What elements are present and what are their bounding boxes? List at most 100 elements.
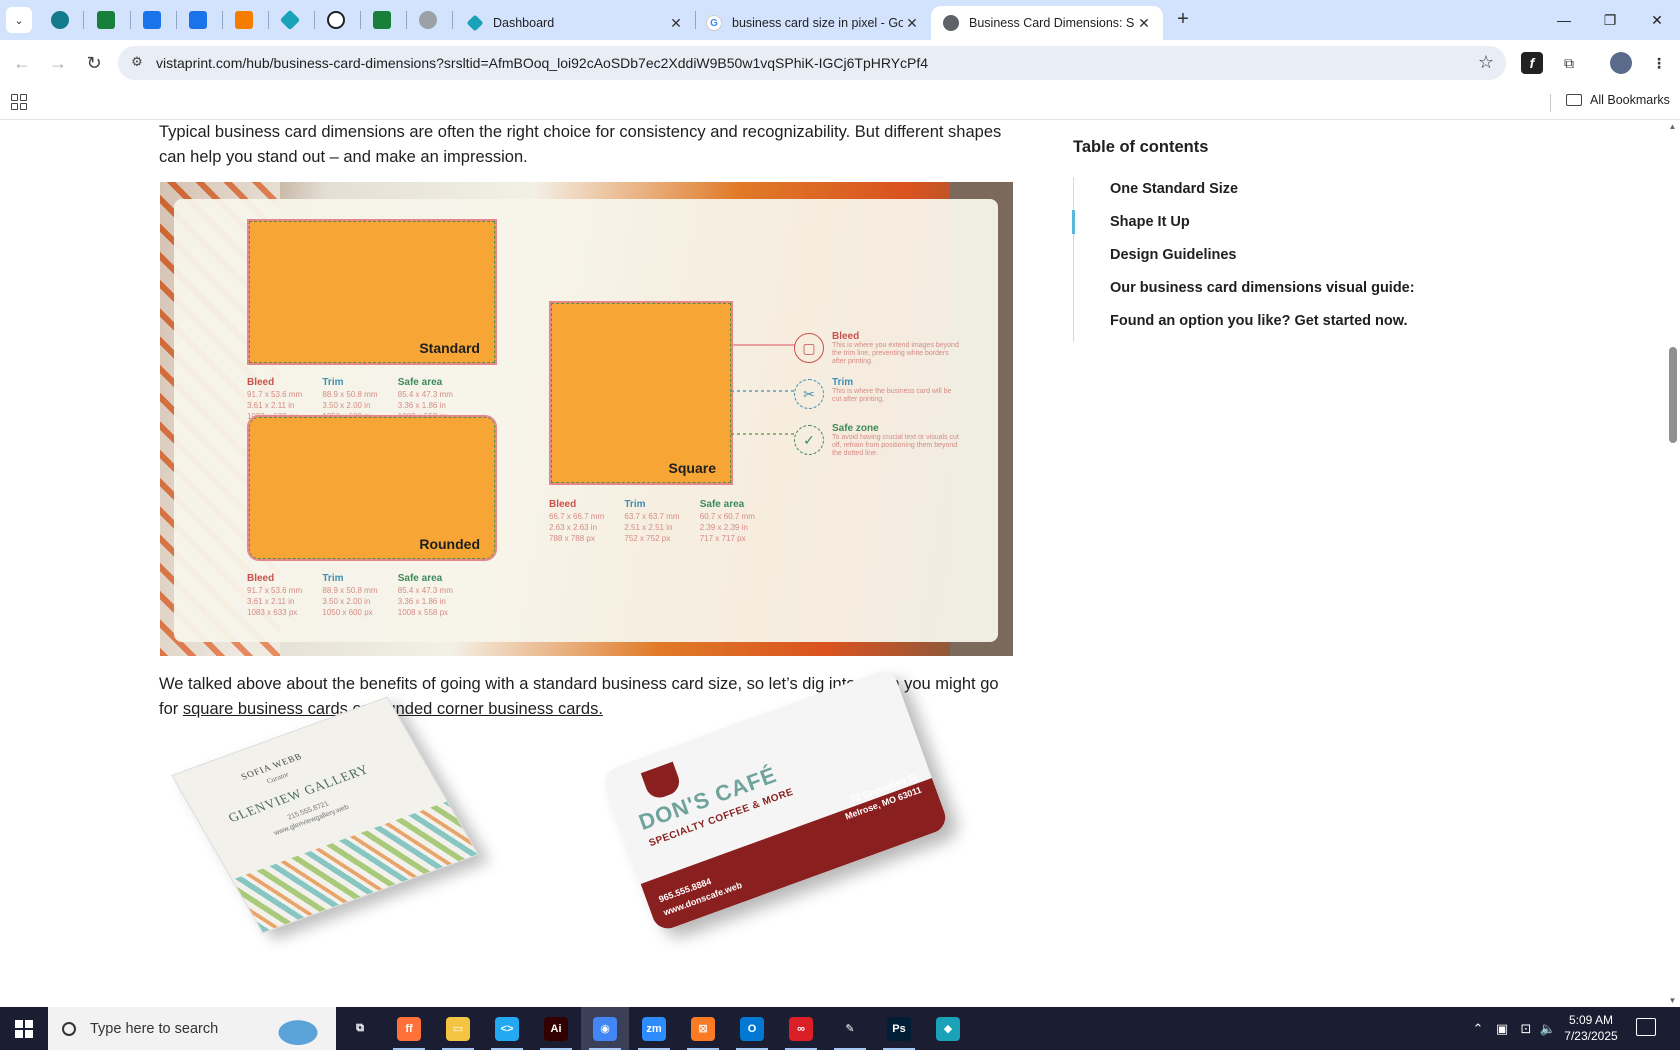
close-window-button[interactable]: ✕ bbox=[1634, 0, 1680, 40]
taskbar-clock[interactable]: 5:09 AM 7/23/2025 bbox=[1556, 1012, 1626, 1044]
pinned-tab-sheets[interactable] bbox=[82, 6, 130, 34]
tray-app-icon[interactable]: ▣ bbox=[1492, 1007, 1512, 1050]
close-icon[interactable]: ✕ bbox=[903, 15, 921, 32]
app-diamond-icon bbox=[279, 9, 301, 31]
toc-list: One Standard Size Shape It Up Design Gui… bbox=[1072, 177, 1493, 342]
taskbar-app-outlook[interactable]: O bbox=[728, 1007, 776, 1050]
taskbar-app-pen-tool[interactable]: ✎ bbox=[826, 1007, 874, 1050]
vpn-shield-icon bbox=[51, 11, 69, 29]
taskbar-app-xampp[interactable]: ⊠ bbox=[679, 1007, 727, 1050]
legend-trim: ✂ Trim This is where the business card wi… bbox=[794, 377, 994, 425]
address-bar[interactable]: ⚙ vistaprint.com/hub/business-card-dimen… bbox=[118, 46, 1506, 80]
pinned-tab-globe[interactable] bbox=[404, 6, 452, 34]
google-sheets-icon bbox=[97, 11, 115, 29]
taskbar-app-file-explorer[interactable]: ▭ bbox=[434, 1007, 482, 1050]
all-bookmarks-label: All Bookmarks bbox=[1590, 93, 1670, 107]
taskbar-app-task-view[interactable]: ⧉ bbox=[336, 1007, 384, 1050]
taskbar-app-firefox[interactable]: ff bbox=[385, 1007, 433, 1050]
all-bookmarks-button[interactable]: All Bookmarks bbox=[1566, 93, 1670, 107]
legend-description: This is where you extend images beyond t… bbox=[832, 342, 959, 365]
safe-in: 2.39 x 2.39 in bbox=[699, 523, 748, 532]
tab-search-button[interactable]: ⌄ bbox=[6, 7, 32, 33]
network-icon[interactable]: ⊡ bbox=[1516, 1007, 1536, 1050]
restore-button[interactable]: ❐ bbox=[1587, 0, 1633, 40]
scroll-up-icon[interactable]: ▲ bbox=[1668, 122, 1677, 131]
close-icon[interactable]: ✕ bbox=[1135, 15, 1153, 32]
google-docs-icon bbox=[143, 11, 161, 29]
pinned-tab-docs[interactable] bbox=[128, 6, 176, 34]
toc-item-visual-guide[interactable]: Our business card dimensions visual guid… bbox=[1110, 276, 1493, 309]
trim-heading: Trim bbox=[322, 377, 344, 388]
bleed-mm: 91.7 x 53.6 mm bbox=[247, 586, 303, 595]
extensions-puzzle-icon[interactable]: ⧉ bbox=[1558, 52, 1580, 74]
pinned-tab-xampp[interactable] bbox=[220, 6, 268, 34]
trim-px: 1050 x 600 px bbox=[322, 608, 373, 617]
globe-icon bbox=[943, 15, 959, 31]
bookmark-star-icon[interactable]: ☆ bbox=[1478, 52, 1494, 73]
browser-toolbar: ← → ↻ ⚙ vistaprint.com/hub/business-card… bbox=[0, 40, 1680, 86]
minimize-button[interactable]: — bbox=[1541, 0, 1587, 40]
chevron-down-icon: ⌄ bbox=[14, 14, 24, 27]
bookmarks-bar: All Bookmarks bbox=[0, 86, 1680, 120]
safe-px: 1008 x 558 px bbox=[397, 608, 449, 617]
close-icon[interactable]: ✕ bbox=[667, 15, 685, 32]
taskbar-app-zoom[interactable]: zm bbox=[630, 1007, 678, 1050]
minimize-icon: — bbox=[1557, 12, 1571, 28]
trim-column: Trim 63.7 x 63.7 mm 2.51 x 2.51 in 752 x 75… bbox=[624, 499, 679, 544]
square-dimensions: Bleed 66.7 x 66.7 mm 2.63 x 2.63 in 788 x 7… bbox=[549, 499, 773, 544]
app-diamond-icon: ◆ bbox=[936, 1016, 960, 1041]
volume-icon[interactable]: 🔈 bbox=[1538, 1007, 1558, 1050]
scroll-down-icon[interactable]: ▼ bbox=[1668, 996, 1677, 1005]
bleed-heading: Bleed bbox=[247, 573, 275, 584]
legend-bleed: ▢ Bleed This is where you extend images b… bbox=[794, 331, 994, 379]
restore-icon: ❐ bbox=[1603, 11, 1617, 28]
toc-item-one-standard-size[interactable]: One Standard Size bbox=[1110, 177, 1493, 210]
pinned-tab-chatgpt[interactable] bbox=[312, 6, 360, 34]
forward-button[interactable]: → bbox=[44, 49, 72, 77]
scroll-thumb[interactable] bbox=[1669, 347, 1677, 443]
pinned-tab-vpn[interactable] bbox=[36, 6, 84, 34]
pinned-tab-app[interactable] bbox=[266, 6, 314, 34]
pinned-tab-docs-2[interactable] bbox=[174, 6, 222, 34]
standard-label: Standard bbox=[419, 340, 480, 356]
new-tab-button[interactable]: + bbox=[1171, 8, 1195, 32]
taskbar-app-app-diamond[interactable]: ◆ bbox=[924, 1007, 972, 1050]
tab-business-card-dimensions[interactable]: Business Card Dimensions: Size ✕ bbox=[931, 6, 1163, 40]
search-icon bbox=[62, 1021, 76, 1036]
reload-button[interactable]: ↻ bbox=[80, 49, 108, 77]
reload-icon: ↻ bbox=[86, 52, 102, 73]
illustrator-icon: Ai bbox=[544, 1016, 568, 1041]
taskbar-app-vscode[interactable]: <> bbox=[483, 1007, 531, 1050]
bookmarks-separator bbox=[1550, 94, 1551, 112]
taskbar-app-illustrator[interactable]: Ai bbox=[532, 1007, 580, 1050]
back-button[interactable]: ← bbox=[8, 49, 36, 77]
avatar[interactable] bbox=[1610, 52, 1632, 74]
page-scrollbar[interactable]: ▲ ▼ bbox=[1665, 120, 1680, 1007]
bleed-in: 3.61 x 2.11 in bbox=[247, 401, 295, 410]
chatgpt-icon bbox=[327, 11, 345, 29]
notifications-icon[interactable] bbox=[1636, 1018, 1656, 1036]
tray-chevron-up-icon[interactable]: ⌃ bbox=[1468, 1007, 1488, 1050]
bleed-in: 2.63 x 2.63 in bbox=[549, 523, 598, 532]
taskbar-app-creative-cloud[interactable]: ∞ bbox=[777, 1007, 825, 1050]
toc-item-design-guidelines[interactable]: Design Guidelines bbox=[1110, 243, 1493, 276]
taskbar-app-photoshop[interactable]: Ps bbox=[875, 1007, 923, 1050]
menu-kebab-icon[interactable]: ⋮ bbox=[1648, 52, 1670, 74]
site-info-icon[interactable]: ⚙ bbox=[128, 54, 146, 72]
toc-item-get-started[interactable]: Found an option you like? Get started no… bbox=[1110, 309, 1493, 342]
windows-logo-icon bbox=[15, 1019, 33, 1038]
infographic-legend: ▢ Bleed This is where you extend images b… bbox=[794, 331, 994, 471]
close-icon: ✕ bbox=[1651, 11, 1663, 28]
toc-item-shape-it-up[interactable]: Shape It Up bbox=[1072, 210, 1493, 243]
apps-grid-icon[interactable] bbox=[11, 94, 27, 110]
tab-google-search[interactable]: G business card size in pixel - Goo ✕ bbox=[694, 6, 931, 40]
tab-dashboard[interactable]: Dashboard ✕ bbox=[455, 6, 695, 40]
pinned-tab-sheets-2[interactable] bbox=[358, 6, 406, 34]
taskbar-search[interactable]: Type here to search bbox=[48, 1007, 336, 1050]
trim-heading: Trim bbox=[624, 499, 646, 510]
fontanello-extension-icon[interactable]: f bbox=[1521, 52, 1543, 74]
url-text[interactable]: vistaprint.com/hub/business-card-dimensi… bbox=[156, 55, 928, 71]
start-button[interactable] bbox=[0, 1007, 48, 1050]
taskbar-app-chrome[interactable]: ◉ bbox=[581, 1007, 629, 1050]
legend-title: Trim bbox=[832, 377, 854, 388]
